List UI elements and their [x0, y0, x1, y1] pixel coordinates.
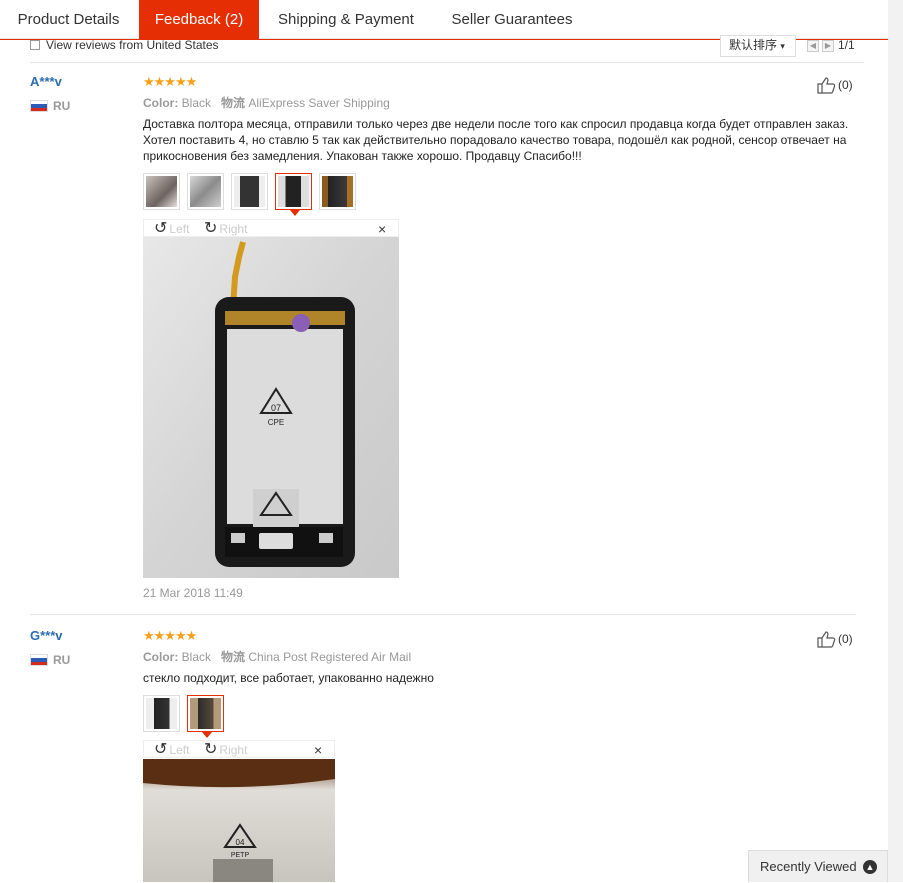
- reviewer-country: RU: [53, 653, 71, 667]
- rotate-right-label: Right: [219, 222, 248, 236]
- rotate-left-label: Left: [169, 222, 190, 236]
- sort-dropdown[interactable]: 默认排序 ▾: [720, 35, 796, 57]
- tab-shipping-payment[interactable]: Shipping & Payment: [259, 0, 433, 40]
- chevron-up-icon: ▲: [863, 860, 877, 874]
- photo-thumbnails: [143, 695, 224, 738]
- tab-seller-guarantees[interactable]: Seller Guarantees: [433, 0, 591, 40]
- review-text: стекло подходит, все работает, упакованн…: [143, 671, 434, 685]
- thumbs-up-icon: [817, 77, 836, 94]
- russia-flag-icon: [30, 100, 48, 112]
- photo-viewer-toolbar: ↺ Left ↻ Right ×: [143, 740, 335, 758]
- next-page-icon[interactable]: ▶: [822, 40, 834, 52]
- shipping-label: 物流: [221, 650, 246, 664]
- photo-viewer-toolbar: ↺ Left ↻ Right ×: [143, 219, 399, 237]
- star-rating: ★★★★★: [143, 628, 197, 643]
- reviewer-name: G***v: [30, 628, 63, 643]
- review-text: Доставка полтора месяца, отправили тольк…: [143, 117, 849, 163]
- helpful-button[interactable]: (0): [816, 76, 853, 94]
- color-value: Black: [181, 96, 212, 110]
- photo-thumbnail[interactable]: [143, 695, 180, 732]
- reviewer-name: A***v: [30, 74, 62, 89]
- helpful-count: (0): [838, 78, 853, 92]
- recycle-mark-label: 07: [271, 403, 281, 413]
- tab-feedback[interactable]: Feedback (2): [139, 0, 259, 40]
- tab-product-details[interactable]: Product Details: [0, 0, 137, 40]
- recycle-mark-label: PETP: [231, 852, 250, 859]
- review-item: G***v RU ★★★★★ Color: Black 物流 China Pos…: [30, 628, 864, 882]
- us-reviews-checkbox-label[interactable]: View reviews from United States: [46, 37, 219, 53]
- thumbs-up-icon: [817, 631, 836, 648]
- recycle-mark-label: CPE: [268, 418, 284, 427]
- review-divider: [30, 614, 856, 615]
- review-item: A***v RU ★★★★★ Color: Black 物流 AliExpres…: [30, 74, 864, 615]
- russia-flag-icon: [30, 654, 48, 666]
- checkbox-icon[interactable]: [30, 40, 40, 50]
- rotate-right-icon: ↻: [204, 220, 218, 237]
- helpful-count: (0): [838, 632, 853, 646]
- sort-label: 默认排序: [729, 38, 778, 52]
- photo-thumbnail[interactable]: [143, 173, 180, 210]
- photo-thumbnail-selected[interactable]: [275, 173, 312, 216]
- rotate-left-button[interactable]: ↺ Left: [154, 220, 189, 238]
- prev-page-icon[interactable]: ◀: [807, 40, 819, 52]
- rotate-left-button[interactable]: ↺ Left: [154, 741, 189, 759]
- rotate-right-label: Right: [219, 743, 248, 757]
- rotate-left-icon: ↺: [154, 220, 168, 237]
- color-label: Color:: [143, 96, 179, 110]
- rotate-right-button[interactable]: ↻ Right: [204, 220, 247, 238]
- recycle-mark-label: 04: [236, 838, 245, 847]
- feedback-filter-bar: View reviews from United States 默认排序 ▾ ◀…: [30, 35, 864, 63]
- photo-thumbnail[interactable]: [319, 173, 356, 210]
- rotate-right-icon: ↻: [204, 741, 218, 758]
- rotate-right-button[interactable]: ↻ Right: [204, 741, 247, 759]
- rotate-left-label: Left: [169, 743, 190, 757]
- shipping-value: AliExpress Saver Shipping: [248, 96, 390, 110]
- photo-thumbnail[interactable]: [231, 173, 268, 210]
- scrollbar-gutter[interactable]: [888, 0, 903, 882]
- shipping-label: 物流: [221, 96, 246, 110]
- review-attributes: Color: Black 物流 AliExpress Saver Shippin…: [143, 94, 390, 111]
- tab-bar: Product Details Feedback (2) Shipping & …: [0, 0, 888, 40]
- reviewer-country: RU: [53, 99, 71, 113]
- rotate-left-icon: ↺: [154, 741, 168, 758]
- review-attributes: Color: Black 物流 China Post Registered Ai…: [143, 648, 411, 665]
- close-icon[interactable]: ×: [378, 221, 386, 237]
- color-label: Color:: [143, 650, 179, 664]
- shipping-value: China Post Registered Air Mail: [248, 650, 412, 664]
- recently-viewed-label: Recently Viewed: [760, 859, 857, 874]
- star-rating: ★★★★★: [143, 74, 197, 89]
- photo-thumbnail[interactable]: [187, 173, 224, 210]
- page-indicator: 1/1: [838, 38, 855, 52]
- review-date: 21 Mar 2018 11:49: [143, 586, 243, 600]
- recently-viewed-panel[interactable]: Recently Viewed ▲: [748, 850, 888, 882]
- review-photo: 04 PETP: [143, 759, 335, 882]
- review-photo: 07 CPE: [143, 237, 399, 578]
- chevron-down-icon: ▾: [780, 41, 785, 51]
- photo-thumbnails: [143, 173, 356, 216]
- close-icon[interactable]: ×: [314, 742, 322, 758]
- color-value: Black: [181, 650, 212, 664]
- helpful-button[interactable]: (0): [816, 630, 853, 648]
- photo-thumbnail-selected[interactable]: [187, 695, 224, 738]
